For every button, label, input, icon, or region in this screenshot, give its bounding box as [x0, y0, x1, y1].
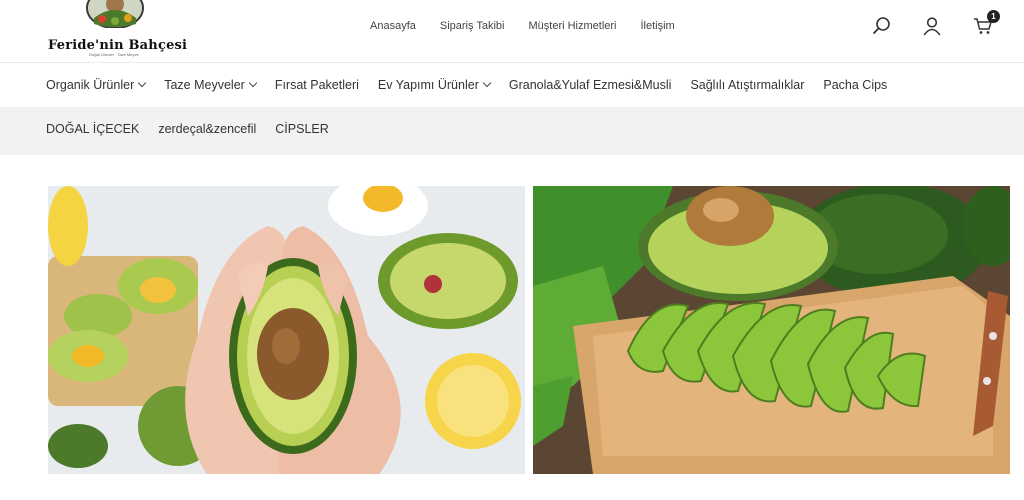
category-label: Fırsat Paketleri — [274, 78, 359, 92]
user-icon[interactable] — [922, 16, 944, 38]
category-fresh-fruits[interactable]: Taze Meyveler — [164, 78, 258, 92]
site-logo[interactable]: Feride'nin Bahçesi Doğal Ürünler · Taze … — [48, 0, 188, 58]
chevron-down-icon — [137, 78, 147, 88]
category-homemade-products[interactable]: Ev Yapımı Ürünler — [377, 78, 492, 92]
nav-customer-service[interactable]: Müşteri Hizmetleri — [528, 20, 616, 32]
nav-order-tracking[interactable]: Sipariş Takibi — [440, 20, 505, 32]
category-chips[interactable]: CİPSLER — [275, 122, 329, 136]
category-turmeric-ginger[interactable]: zerdeçal&zencefil — [158, 122, 256, 136]
site-header: Feride'nin Bahçesi Doğal Ürünler · Taze … — [0, 0, 1024, 63]
chevron-down-icon — [482, 78, 492, 88]
category-healthy-snacks[interactable]: Sağlılı Atıştırmalıklar — [690, 78, 804, 92]
logo-tagline: Doğal Ürünler · Taze Meyve — [89, 52, 139, 57]
category-label: CİPSLER — [275, 122, 329, 136]
category-label: Ev Yapımı Ürünler — [377, 78, 479, 92]
cart-count-badge: 1 — [987, 10, 1000, 23]
nav-home[interactable]: Anasayfa — [370, 20, 416, 32]
category-label: DOĞAL İÇECEK — [46, 122, 140, 136]
logo-emblem — [86, 0, 144, 28]
category-granola[interactable]: Granola&Yulaf Ezmesi&Musli — [509, 78, 672, 92]
category-deal-packages[interactable]: Fırsat Paketleri — [275, 78, 359, 92]
cart-icon[interactable]: 1 — [973, 10, 1000, 38]
category-natural-drinks[interactable]: DOĞAL İÇECEK — [46, 122, 139, 136]
search-icon[interactable] — [872, 16, 894, 38]
category-label: Taze Meyveler — [164, 78, 245, 92]
promo-banner-avocado-hands[interactable] — [48, 186, 525, 474]
nav-contact[interactable]: İletişim — [641, 20, 675, 32]
category-label: Organik Ürünler — [46, 78, 135, 92]
avocado-hands-image — [48, 186, 525, 474]
top-navigation: Anasayfa Sipariş Takibi Müşteri Hizmetle… — [370, 20, 675, 32]
category-menu-secondary: DOĞAL İÇECEK zerdeçal&zencefil CİPSLER — [0, 107, 1024, 155]
category-menu-primary: Organik Ürünler Taze Meyveler Fırsat Pak… — [0, 63, 1024, 107]
category-organic-products[interactable]: Organik Ürünler — [46, 78, 147, 92]
chevron-down-icon — [248, 78, 258, 88]
sliced-avocado-image — [533, 186, 1010, 474]
category-label: zerdeçal&zencefil — [158, 122, 257, 136]
promo-banner-sliced-avocado[interactable] — [533, 186, 1010, 474]
category-label: Granola&Yulaf Ezmesi&Musli — [508, 78, 672, 92]
category-label: Pacha Cips — [823, 78, 888, 92]
logo-text: Feride'nin Bahçesi — [48, 38, 188, 53]
category-label: Sağlılı Atıştırmalıklar — [690, 78, 805, 92]
category-pacha-chips[interactable]: Pacha Cips — [823, 78, 887, 92]
